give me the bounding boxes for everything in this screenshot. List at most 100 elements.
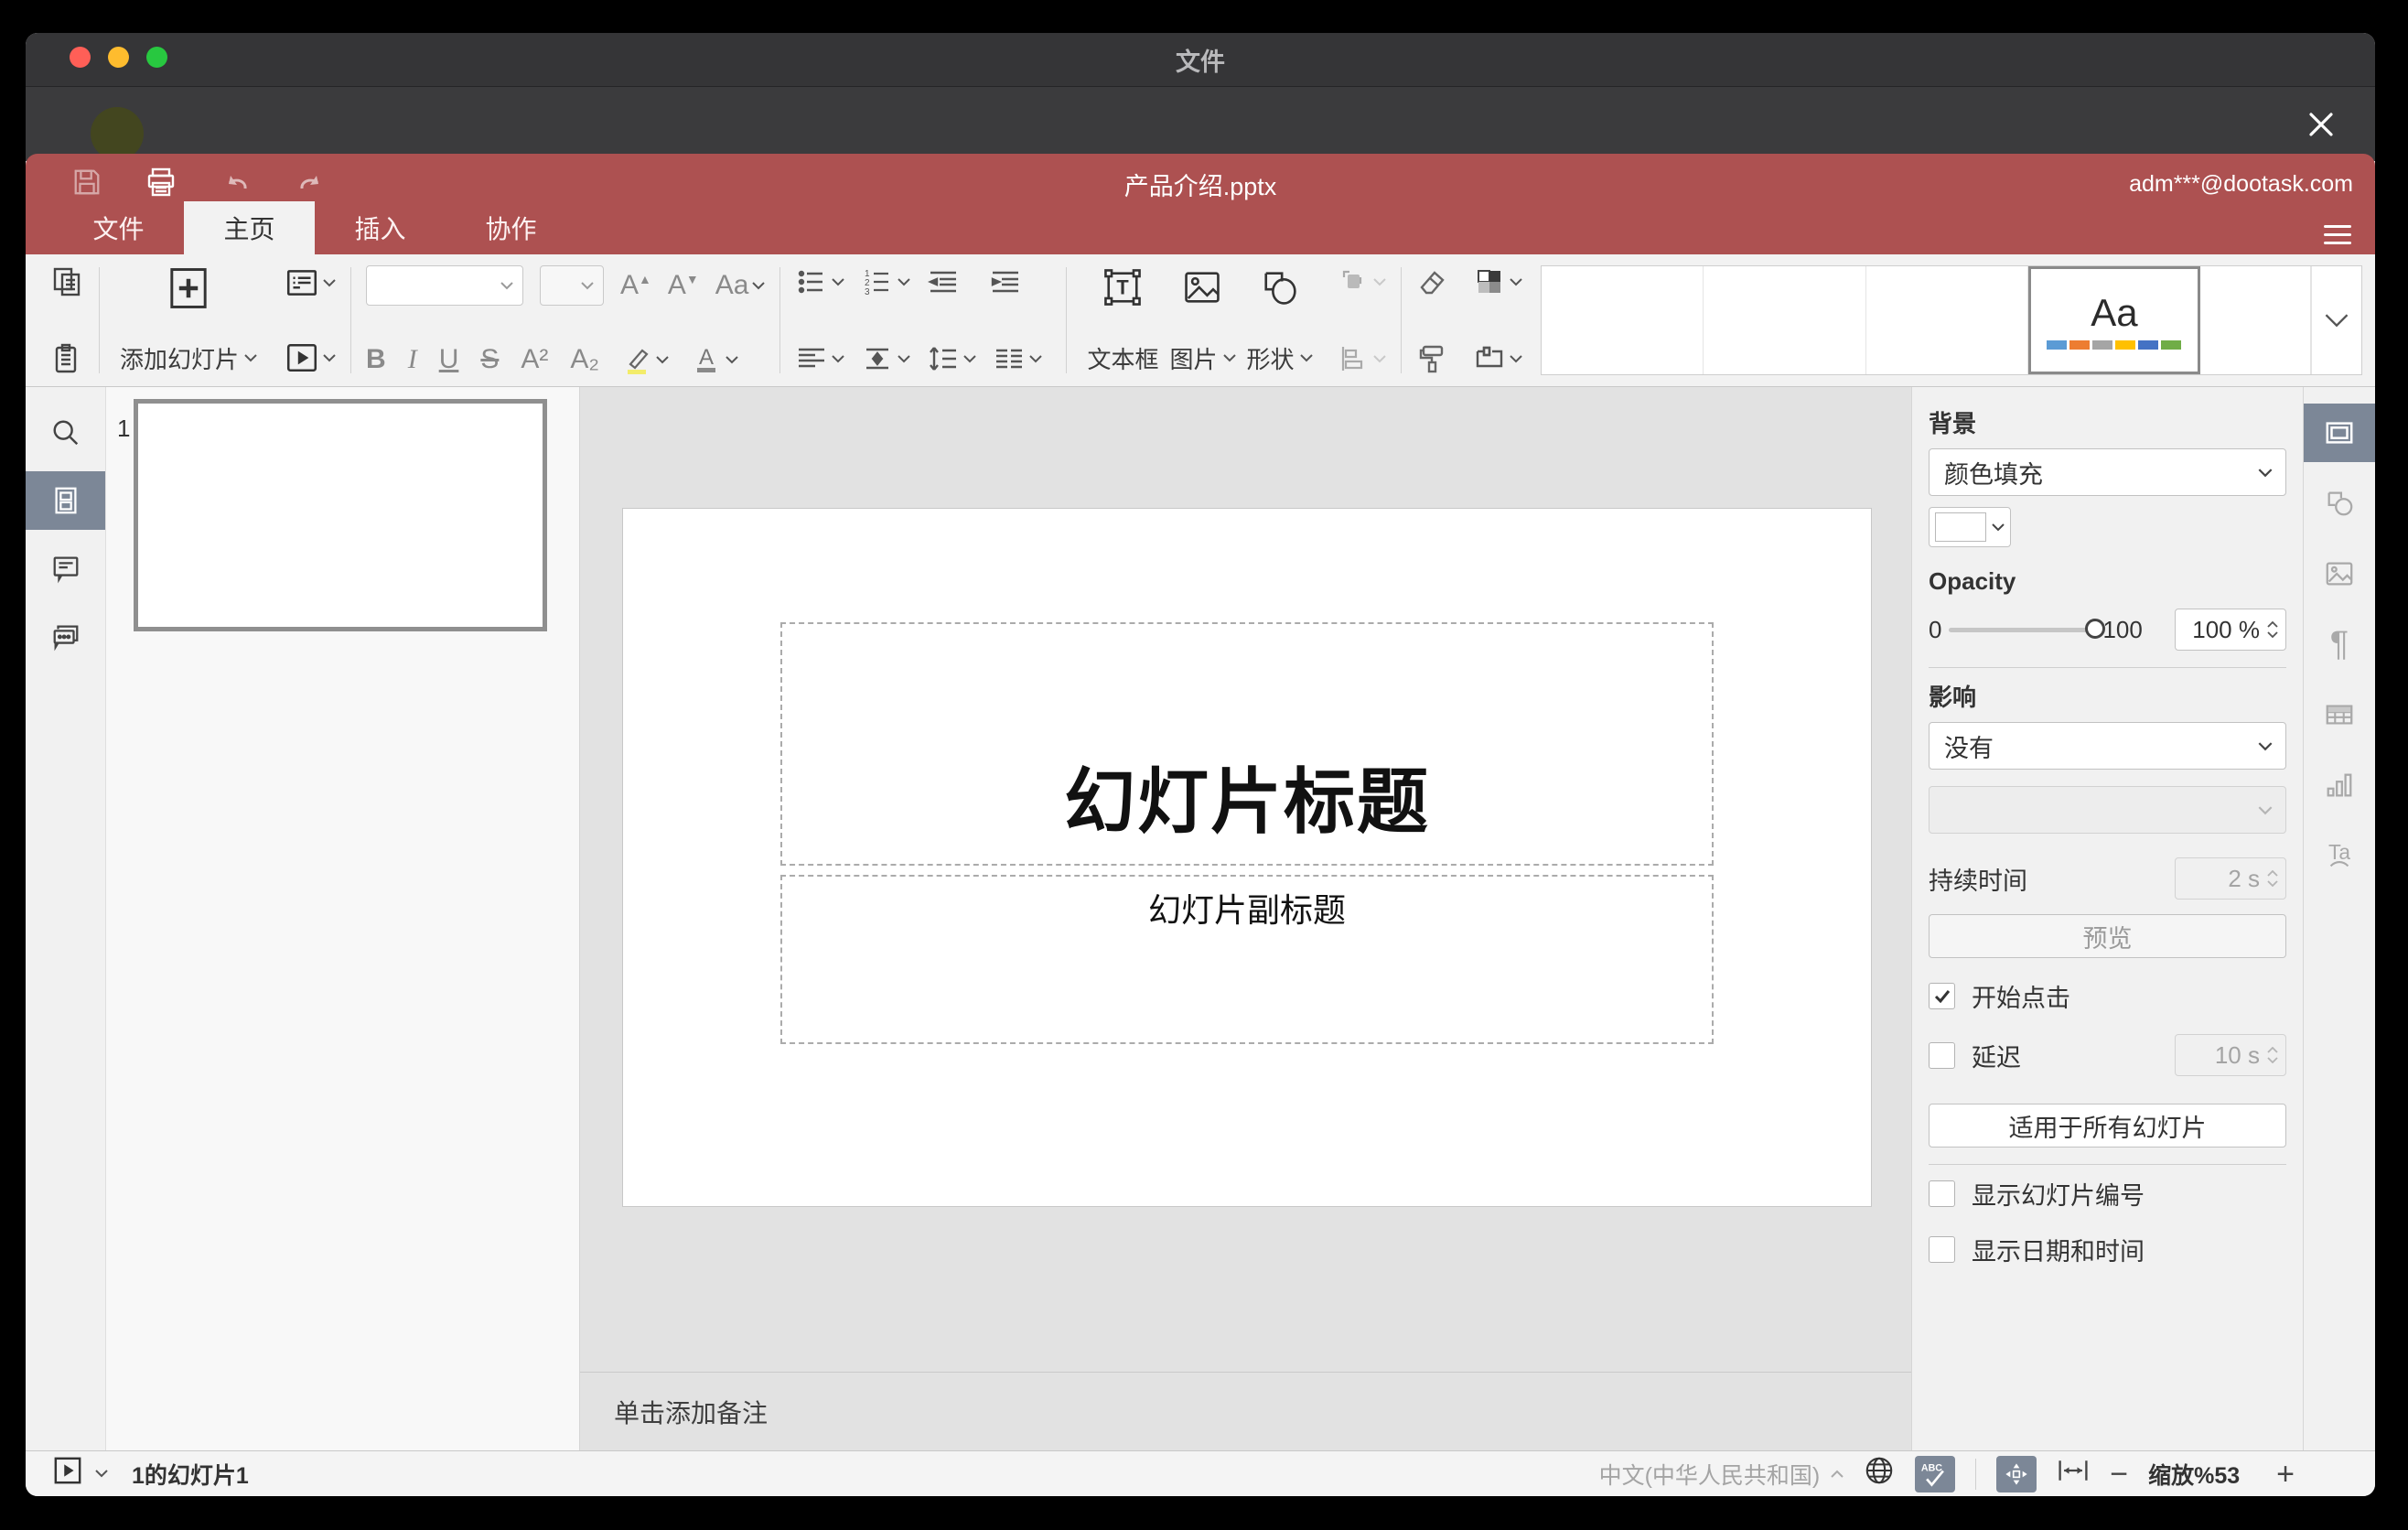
effect-value: 没有 bbox=[1944, 734, 1994, 762]
background-fill-select[interactable]: 颜色填充 bbox=[1929, 448, 2286, 496]
chat-rail-item[interactable] bbox=[26, 607, 105, 665]
close-icon[interactable] bbox=[2305, 108, 2338, 141]
highlight-color-icon[interactable] bbox=[621, 344, 669, 375]
opacity-slider[interactable] bbox=[1949, 618, 2106, 639]
show-slide-number-checkbox[interactable] bbox=[1929, 1180, 1955, 1207]
table-settings-rail-item[interactable] bbox=[2304, 685, 2375, 744]
paragraph-settings-rail-item[interactable]: ¶ bbox=[2304, 615, 2375, 673]
theme-colors-icon[interactable] bbox=[1473, 265, 1522, 298]
apply-to-all-button[interactable]: 适用于所有幻灯片 bbox=[1929, 1104, 2286, 1148]
font-size-select[interactable] bbox=[540, 265, 605, 306]
background-label: 背景 bbox=[1929, 410, 1977, 437]
slide-layout-icon[interactable] bbox=[285, 265, 336, 300]
title-placeholder[interactable]: 幻灯片标题 bbox=[780, 622, 1714, 866]
slide-counter: 1的幻灯片1 bbox=[132, 1462, 249, 1489]
slideshow-options-icon[interactable] bbox=[95, 1470, 108, 1478]
tab-insert[interactable]: 插入 bbox=[315, 201, 446, 254]
subscript-icon[interactable]: A₂ bbox=[570, 344, 599, 375]
image-button[interactable]: 图片 bbox=[1164, 264, 1241, 377]
background-color-swatch[interactable] bbox=[1929, 507, 2011, 547]
shape-button[interactable]: 形状 bbox=[1242, 264, 1318, 377]
zoom-in-button[interactable]: + bbox=[2276, 1459, 2295, 1490]
opacity-min-label: 0 bbox=[1929, 615, 1942, 643]
theme-gallery-expand-icon[interactable] bbox=[2310, 266, 2361, 374]
search-rail-item[interactable] bbox=[26, 404, 105, 462]
notes-area[interactable]: 单击添加备注 bbox=[580, 1372, 1911, 1450]
theme-tile[interactable] bbox=[1542, 266, 1704, 374]
bold-icon[interactable]: B bbox=[366, 344, 386, 375]
horizontal-align-icon[interactable] bbox=[795, 342, 845, 375]
shape-settings-rail-item[interactable] bbox=[2304, 474, 2375, 533]
vertical-align-icon[interactable] bbox=[861, 342, 911, 375]
font-name-select[interactable] bbox=[366, 265, 524, 306]
clear-style-icon[interactable] bbox=[1416, 265, 1449, 298]
document-language-icon[interactable] bbox=[1864, 1455, 1895, 1492]
decrease-indent-icon[interactable] bbox=[927, 265, 960, 298]
superscript-icon[interactable]: A² bbox=[521, 344, 548, 375]
line-spacing-icon[interactable] bbox=[927, 342, 977, 375]
opacity-spinner[interactable]: 100 % bbox=[2175, 609, 2286, 651]
italic-icon[interactable]: I bbox=[408, 344, 417, 375]
mac-titlebar: 文件 bbox=[26, 33, 2375, 87]
background-app-area bbox=[26, 87, 2375, 161]
duration-value: 2 s bbox=[2228, 864, 2260, 892]
tab-home[interactable]: 主页 bbox=[184, 201, 315, 254]
user-email: adm***@dootask.com bbox=[2129, 170, 2353, 197]
shape-label: 形状 bbox=[1246, 346, 1295, 373]
effect-select[interactable]: 没有 bbox=[1929, 722, 2286, 770]
arrange-shape-icon[interactable] bbox=[1337, 265, 1386, 298]
zoom-level[interactable]: 缩放%53 bbox=[2148, 1458, 2240, 1491]
slide-thumbnail[interactable] bbox=[134, 399, 547, 631]
start-slideshow-icon[interactable] bbox=[285, 340, 336, 375]
copy-style-icon[interactable] bbox=[1416, 342, 1449, 375]
tab-file[interactable]: 文件 bbox=[53, 201, 184, 254]
slide-settings-rail-item[interactable] bbox=[2304, 404, 2375, 462]
theme-tile[interactable] bbox=[2200, 266, 2311, 374]
theme-tile-selected[interactable]: Aa bbox=[2027, 266, 2200, 374]
slide-surface[interactable]: 幻灯片标题 幻灯片副标题 bbox=[623, 509, 1871, 1206]
chart-settings-rail-item[interactable] bbox=[2304, 756, 2375, 814]
font-color-icon[interactable]: A bbox=[691, 344, 738, 375]
comments-rail-item[interactable] bbox=[26, 539, 105, 598]
add-slide-button[interactable]: 添加幻灯片 bbox=[114, 264, 263, 377]
svg-text:3: 3 bbox=[865, 287, 870, 297]
start-on-click-checkbox[interactable] bbox=[1929, 983, 1955, 1009]
image-settings-rail-item[interactable] bbox=[2304, 544, 2375, 603]
copy-icon[interactable] bbox=[51, 265, 84, 298]
zoom-out-button[interactable]: − bbox=[2110, 1459, 2128, 1490]
fit-to-width-button[interactable] bbox=[2057, 1457, 2090, 1491]
increase-indent-icon[interactable] bbox=[989, 265, 1022, 298]
theme-tile[interactable] bbox=[1866, 266, 2028, 374]
change-case-icon[interactable]: Aa bbox=[715, 270, 766, 301]
text-art-settings-rail-item[interactable]: Ta bbox=[2304, 826, 2375, 885]
numbered-list-icon[interactable]: 123 bbox=[861, 265, 911, 298]
paste-icon[interactable] bbox=[51, 342, 84, 375]
strikethrough-icon[interactable]: S bbox=[480, 344, 499, 375]
opacity-slider-thumb[interactable] bbox=[2085, 618, 2106, 639]
show-date-time-checkbox[interactable] bbox=[1929, 1236, 1955, 1263]
theme-tile[interactable] bbox=[1704, 266, 1866, 374]
subtitle-placeholder[interactable]: 幻灯片副标题 bbox=[780, 875, 1714, 1044]
decrease-font-icon[interactable]: A▼ bbox=[668, 270, 699, 301]
text-box-button[interactable]: T 文本框 bbox=[1081, 264, 1164, 377]
editing-canvas[interactable]: 幻灯片标题 幻灯片副标题 bbox=[580, 387, 1911, 1372]
align-shape-icon[interactable] bbox=[1337, 342, 1386, 375]
menu-icon[interactable] bbox=[2324, 220, 2351, 244]
increase-font-icon[interactable]: A▲ bbox=[620, 270, 651, 301]
fit-to-slide-button[interactable] bbox=[1996, 1455, 2037, 1492]
spell-check-toggle[interactable]: ABC bbox=[1915, 1455, 1956, 1492]
language-selector[interactable]: 中文(中华人民共和国) bbox=[1599, 1458, 1821, 1491]
delay-checkbox[interactable] bbox=[1929, 1041, 1955, 1069]
show-date-time-label: 显示日期和时间 bbox=[1972, 1238, 2145, 1266]
tab-collaboration[interactable]: 协作 bbox=[446, 201, 576, 254]
slide-size-icon[interactable] bbox=[1473, 342, 1522, 375]
slides-rail-item[interactable] bbox=[26, 471, 105, 530]
bullet-list-icon[interactable] bbox=[795, 265, 845, 298]
image-label: 图片 bbox=[1169, 346, 1218, 373]
duration-label: 持续时间 bbox=[1929, 867, 2027, 895]
start-slideshow-status-icon[interactable] bbox=[53, 1456, 82, 1492]
theme-swatch bbox=[2138, 340, 2159, 350]
preview-button[interactable]: 预览 bbox=[1929, 914, 2286, 958]
underline-icon[interactable]: U bbox=[439, 344, 459, 375]
columns-icon[interactable] bbox=[993, 342, 1043, 375]
